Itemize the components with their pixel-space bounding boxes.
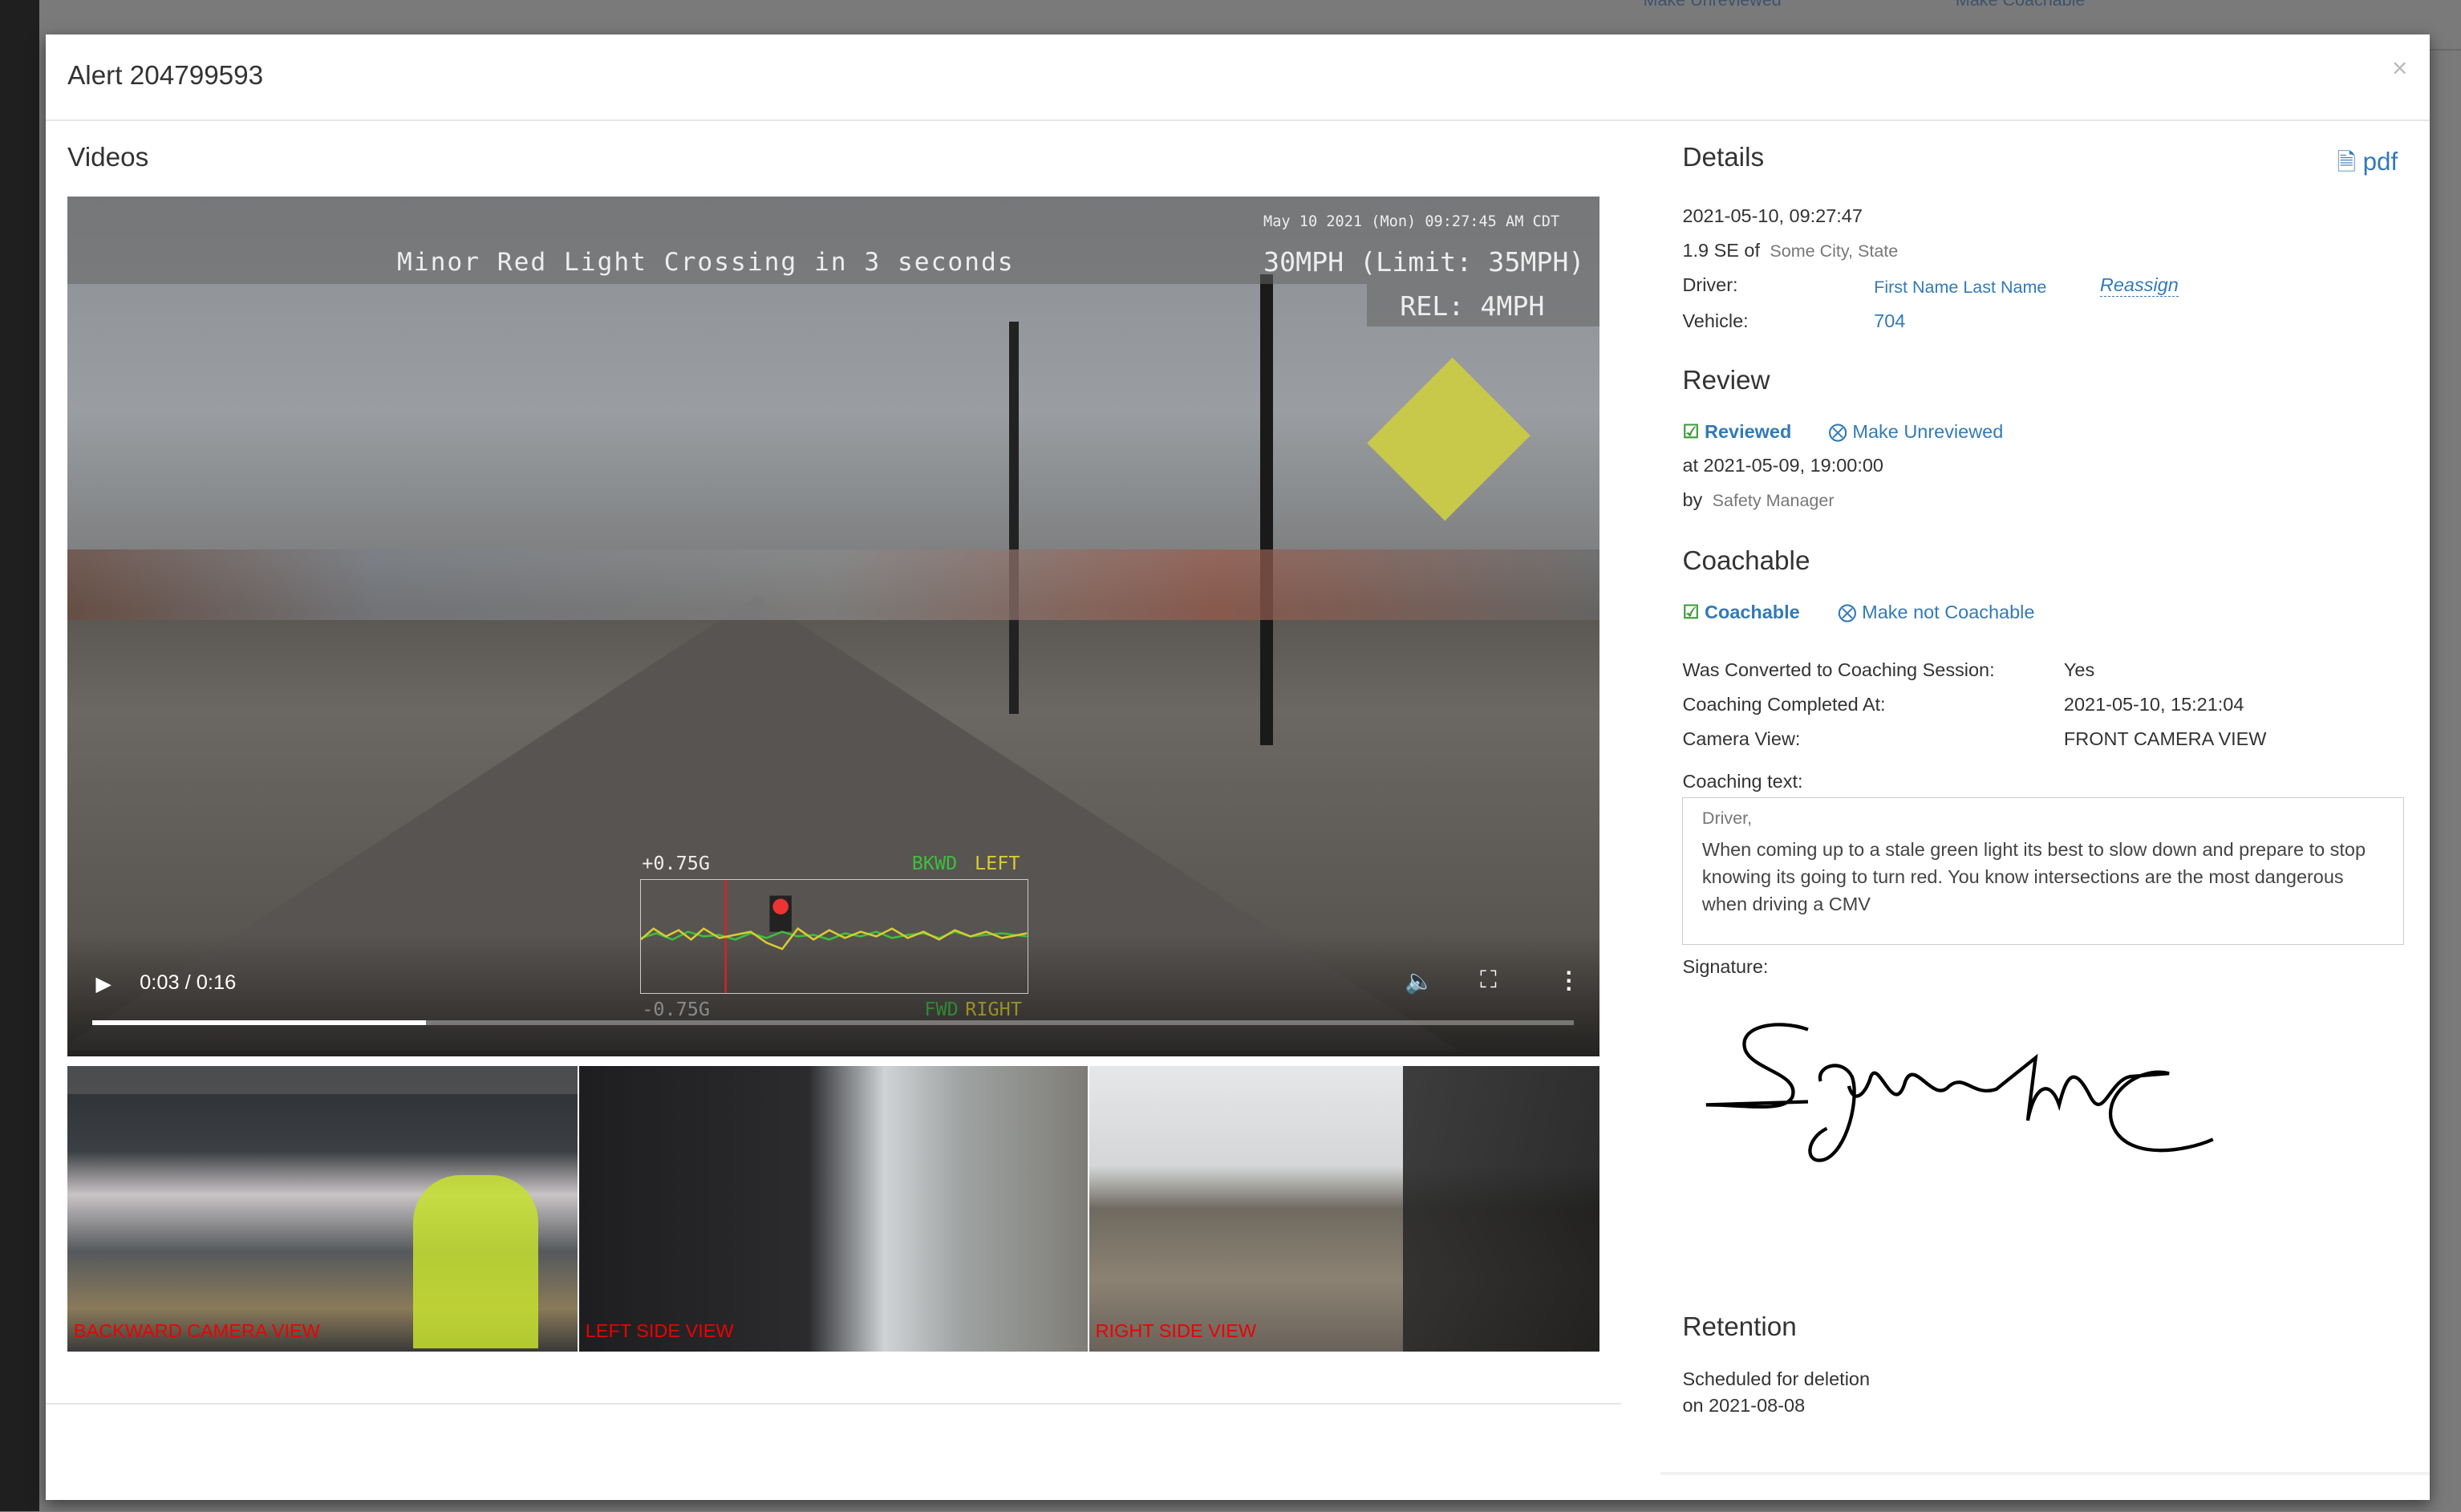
location-prefix: 1.9 SE of <box>1682 240 1760 261</box>
axis-bkwd: BKWD <box>911 852 958 875</box>
pdf-label: pdf <box>2362 147 2398 176</box>
checkbox-checked-icon: ☑ <box>1682 421 1700 443</box>
signature-label: Signature: <box>1682 955 1769 977</box>
remove-circle-icon: ⨂ <box>1838 602 1857 623</box>
gforce-bottom-label: -0.75G <box>642 998 711 1021</box>
window-edge <box>0 0 39 1512</box>
thumbnail-right-side[interactable]: RIGHT SIDE VIEW <box>1089 1065 1599 1352</box>
thumbnail-left-side[interactable]: LEFT SIDE VIEW <box>578 1065 1088 1352</box>
event-banner: Minor Red Light Crossing in 3 seconds <box>397 248 1015 278</box>
camera-view-label: Camera View: <box>1682 728 1801 749</box>
axis-fwd: FWD <box>924 998 959 1021</box>
bg-make-coachable: Make Coachable <box>1955 0 2086 10</box>
close-button[interactable]: × <box>2392 54 2407 84</box>
gforce-graph <box>640 878 1028 994</box>
alert-location: 1.9 SE of Some City, State <box>1682 240 1898 261</box>
alert-modal: Alert 204799593 × Videos Minor Red Light… <box>45 34 2430 1501</box>
signature-image <box>1705 1023 2214 1162</box>
camera-view-value: FRONT CAMERA VIEW <box>2063 728 2267 749</box>
play-icon[interactable]: ▶ <box>95 971 111 996</box>
videos-heading: Videos <box>67 143 149 173</box>
progress-fill <box>92 1019 426 1025</box>
make-not-coachable-label: Make not Coachable <box>1862 602 2035 623</box>
converted-value: Yes <box>2063 659 2095 680</box>
volume-icon[interactable]: 🔈 <box>1405 968 1434 995</box>
coaching-text: When coming up to a stale green light it… <box>1701 838 2366 915</box>
by-label: by <box>1682 489 1703 511</box>
driver-label: Driver: <box>1682 274 1738 296</box>
completed-at-value: 2021-05-10, 15:21:04 <box>2063 693 2244 715</box>
axis-left: LEFT <box>975 852 1020 875</box>
coachable-status: ☑ Coachable <box>1682 601 1799 623</box>
pdf-file-icon: 🗎 <box>2337 148 2356 176</box>
retention-line-2: on 2021-08-08 <box>1682 1395 1806 1417</box>
retention-line-1: Scheduled for deletion <box>1682 1368 1871 1390</box>
coaching-text-label: Coaching text: <box>1682 770 1803 792</box>
header-divider <box>45 119 2430 121</box>
remove-circle-icon: ⨂ <box>1828 421 1847 443</box>
pole <box>1009 322 1019 715</box>
vehicle-label: Vehicle: <box>1682 310 1749 332</box>
speed-readout: 30MPH (Limit: 35MPH) <box>1263 246 1585 278</box>
thumbnail-label: LEFT SIDE VIEW <box>585 1319 734 1341</box>
reviewed-by: by Safety Manager <box>1682 489 1834 511</box>
main-video-player[interactable]: Minor Red Light Crossing in 3 seconds Ma… <box>67 196 1599 1056</box>
converted-label: Was Converted to Coaching Session: <box>1682 659 1995 680</box>
location-name: Some City, State <box>1770 241 1899 261</box>
details-bottom-border <box>1660 1472 2430 1476</box>
gforce-top-label: +0.75G <box>642 852 711 875</box>
make-unreviewed-button[interactable]: ⨂ Make Unreviewed <box>1828 420 2003 443</box>
reviewer-name: Safety Manager <box>1712 491 1835 511</box>
thumbnail-label: BACKWARD CAMERA VIEW <box>73 1319 320 1341</box>
review-heading: Review <box>1682 365 1770 395</box>
make-not-coachable-button[interactable]: ⨂ Make not Coachable <box>1838 601 2034 623</box>
driver-link[interactable]: First Name Last Name <box>1874 278 2046 298</box>
coaching-text-box: Driver, When coming up to a stale green … <box>1682 797 2405 945</box>
coachable-label: Coachable <box>1705 602 1800 623</box>
reviewed-status: ☑ Reviewed <box>1682 420 1791 443</box>
thumbnail-label: RIGHT SIDE VIEW <box>1095 1319 1257 1341</box>
video-timestamp: May 10 2021 (Mon) 09:27:45 AM CDT <box>1263 213 1560 231</box>
vehicle-link[interactable]: 704 <box>1874 310 1905 332</box>
details-heading: Details <box>1682 143 1765 173</box>
reviewed-at: at 2021-05-09, 19:00:00 <box>1682 455 1883 476</box>
buildings <box>67 549 1599 620</box>
videos-divider <box>45 1403 1622 1405</box>
progress-bar[interactable] <box>92 1019 1575 1025</box>
retention-heading: Retention <box>1682 1311 1797 1342</box>
bg-make-unreviewed: Make Unreviewed <box>1643 0 1782 10</box>
alert-datetime: 2021-05-10, 09:27:47 <box>1682 205 1863 227</box>
coaching-greeting: Driver, <box>1701 808 1753 828</box>
school-sign <box>1367 358 1531 521</box>
more-options-icon[interactable]: ⋮ <box>1557 967 1580 995</box>
fullscreen-icon[interactable]: ⛶ <box>1480 967 1497 994</box>
reviewed-label: Reviewed <box>1705 421 1792 443</box>
relative-speed: REL: 4MPH <box>1400 290 1545 322</box>
pdf-button[interactable]: 🗎 pdf <box>2337 146 2398 185</box>
completed-at-label: Coaching Completed At: <box>1682 693 1886 715</box>
make-unreviewed-label: Make Unreviewed <box>1852 421 2004 443</box>
pole <box>1260 274 1273 746</box>
modal-title: Alert 204799593 <box>67 61 264 91</box>
driver-figure <box>412 1175 539 1348</box>
thumbnail-backward-camera[interactable]: BACKWARD CAMERA VIEW <box>67 1065 578 1352</box>
checkbox-checked-icon: ☑ <box>1682 602 1700 623</box>
reassign-link[interactable]: Reassign <box>2099 274 2179 298</box>
coachable-heading: Coachable <box>1682 545 1810 576</box>
time-display: 0:03 / 0:16 <box>140 971 237 995</box>
axis-right: RIGHT <box>965 998 1022 1021</box>
gforce-trace <box>640 879 1028 993</box>
